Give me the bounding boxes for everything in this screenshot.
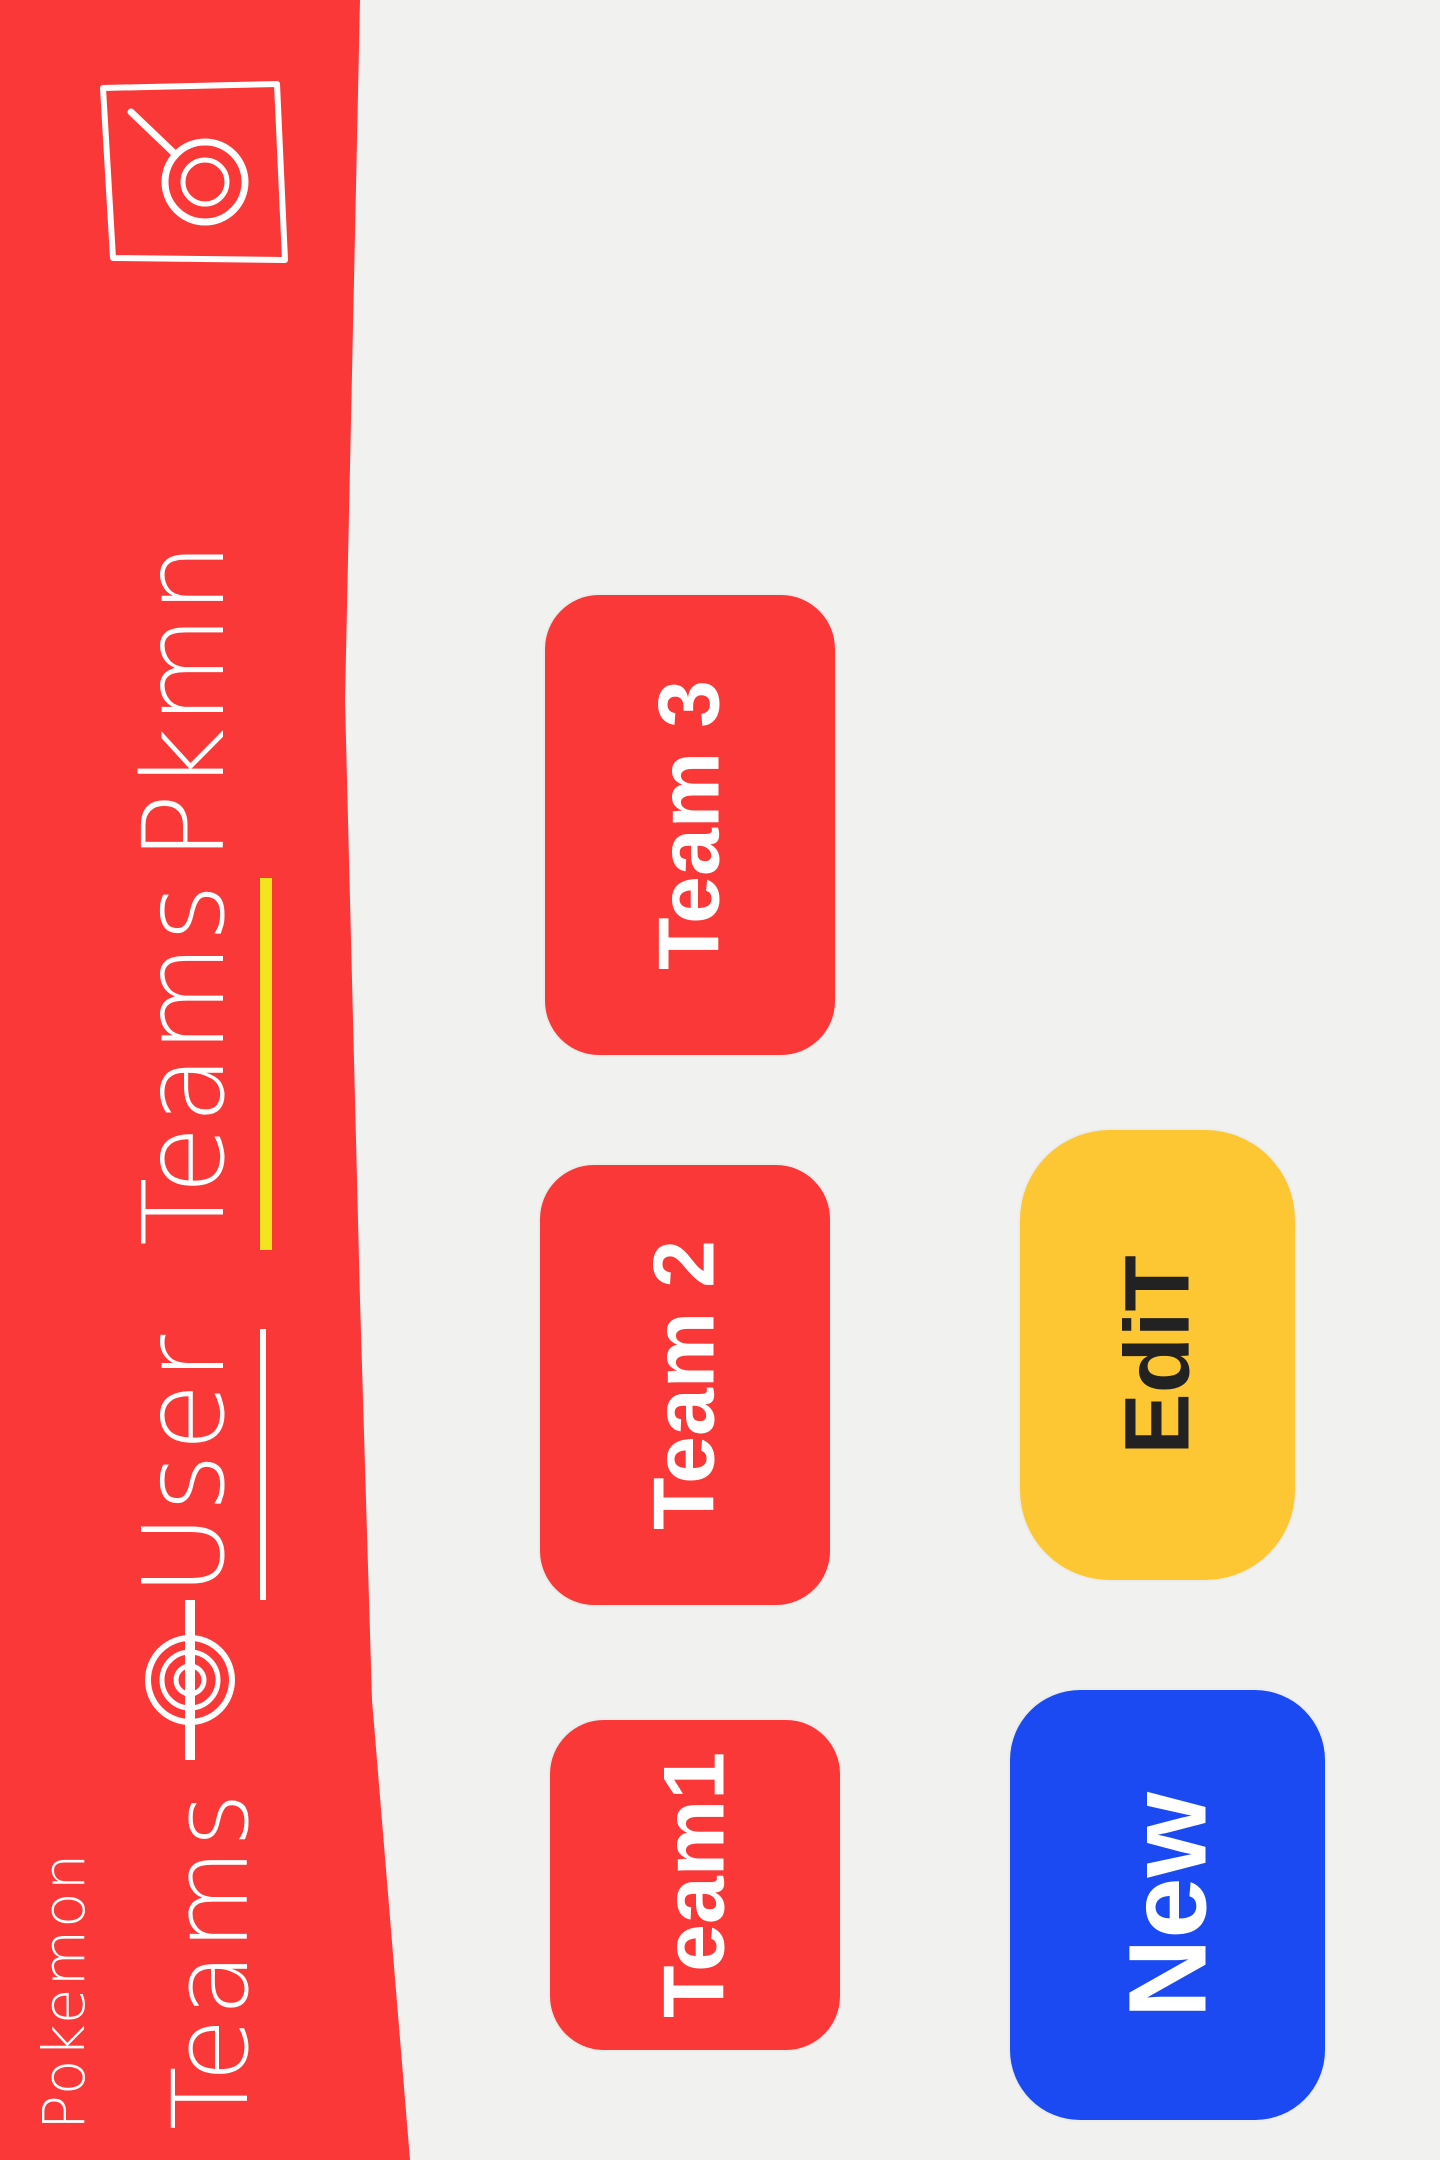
pokeball-icon [145,1600,235,1760]
team-label: Team1 [646,1751,743,2019]
tab-pkmn[interactable]: Pkmn [120,537,260,865]
search-icon [127,108,249,226]
team-tile-2[interactable]: Team 2 [540,1165,830,1605]
main-content: Team 3 Team 2 Team1 EdiT New [420,0,1440,2160]
search-button[interactable] [95,75,295,270]
team-tile-1[interactable]: Team1 [550,1720,840,2050]
app-title-line1: Pokemon [30,1851,98,2130]
app-title-line2: Teams [150,1790,272,2130]
tab-teams[interactable]: Teams [120,877,272,1250]
app-header: Pokemon Teams User Teams Pkmn [0,0,420,2160]
edit-button-label: EdiT [1106,1255,1208,1455]
header-content: Pokemon Teams User Teams Pkmn [0,0,420,2160]
tab-user[interactable]: User [120,1328,266,1600]
new-button[interactable]: New [1010,1690,1325,2120]
team-label: Team 2 [636,1240,733,1530]
new-button-label: New [1106,1791,1229,2019]
team-label: Team 3 [641,680,738,970]
team-tile-3[interactable]: Team 3 [545,595,835,1055]
edit-button[interactable]: EdiT [1020,1130,1295,1580]
